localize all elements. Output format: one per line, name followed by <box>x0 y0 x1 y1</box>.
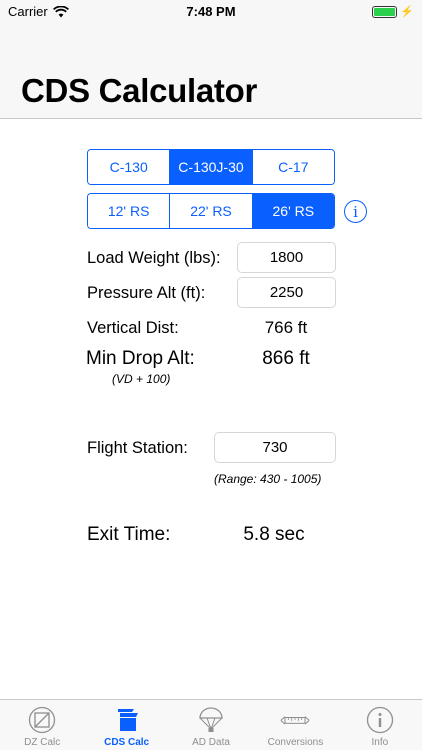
flight-station-field[interactable]: 730 <box>214 432 336 463</box>
tab-label: AD Data <box>192 737 230 748</box>
rs-option-12[interactable]: 12' RS <box>88 194 171 228</box>
pressure-alt-label: Pressure Alt (ft): <box>87 284 206 302</box>
cds-calc-icon <box>112 705 142 735</box>
tab-label: CDS Calc <box>104 737 150 748</box>
dz-calc-icon <box>27 705 57 735</box>
tab-dz-calc[interactable]: DZ Calc <box>0 700 84 750</box>
battery-fill <box>374 7 396 16</box>
rs-option-26[interactable]: 26' RS <box>252 194 334 228</box>
min-drop-alt-label: Min Drop Alt: <box>86 348 195 369</box>
tab-label: DZ Calc <box>24 737 61 748</box>
load-weight-field[interactable]: 1800 <box>237 242 336 273</box>
load-weight-label: Load Weight (lbs): <box>87 249 221 267</box>
ruler-arrows-icon <box>280 705 310 735</box>
battery-icon <box>372 5 398 18</box>
aircraft-segmented-control: C-130 C-130J-30 C-17 <box>87 149 335 185</box>
aircraft-option-c17[interactable]: C-17 <box>252 150 334 184</box>
tab-bar: DZ Calc CDS Calc AD Data Conversions Inf… <box>0 699 422 750</box>
navigation-bar: CDS Calculator <box>0 24 422 119</box>
vertical-dist-value: 766 ft <box>264 318 308 337</box>
status-time: 7:48 PM <box>186 4 236 19</box>
rs-option-22[interactable]: 22' RS <box>170 194 253 228</box>
parachute-icon <box>196 705 226 735</box>
info-icon[interactable]: i <box>344 200 367 223</box>
charging-icon: ⚡ <box>400 6 414 18</box>
tab-cds-calc[interactable]: CDS Calc <box>84 700 168 750</box>
min-drop-alt-note: (VD + 100) <box>112 372 171 386</box>
tab-info[interactable]: Info <box>338 700 422 750</box>
info-circle-icon <box>365 705 395 735</box>
tab-label: Info <box>371 737 389 748</box>
tab-label: Conversions <box>267 737 324 748</box>
page-title: CDS Calculator <box>21 72 258 109</box>
flight-station-label: Flight Station: <box>87 439 188 457</box>
pressure-alt-field[interactable]: 2250 <box>237 277 336 308</box>
exit-time-label: Exit Time: <box>87 524 171 545</box>
vertical-dist-label: Vertical Dist: <box>87 319 179 337</box>
tab-conversions[interactable]: Conversions <box>253 700 337 750</box>
aircraft-option-c130[interactable]: C-130 <box>88 150 171 184</box>
status-bar: Carrier 7:48 PM ⚡ <box>0 0 422 24</box>
rs-segmented-control: 12' RS 22' RS 26' RS <box>87 193 335 229</box>
exit-time-value: 5.8 sec <box>243 524 305 545</box>
battery-indicator: ⚡ <box>372 5 414 18</box>
min-drop-alt-value: 866 ft <box>262 348 310 369</box>
flight-station-range: (Range: 430 - 1005) <box>214 472 322 486</box>
aircraft-option-c130j30[interactable]: C-130J-30 <box>170 150 253 184</box>
tab-ad-data[interactable]: AD Data <box>169 700 253 750</box>
